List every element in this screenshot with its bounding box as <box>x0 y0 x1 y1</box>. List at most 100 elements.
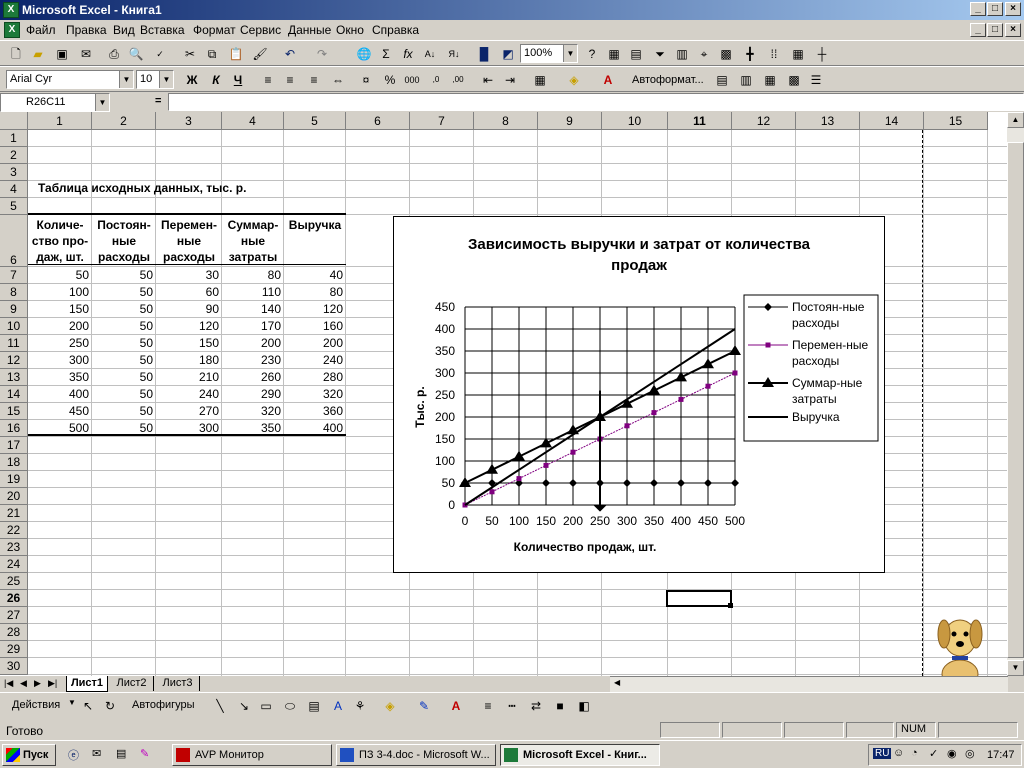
save-icon[interactable]: ▣ <box>52 44 72 64</box>
menu-edit[interactable]: Правка <box>66 23 107 37</box>
function-icon[interactable]: fx <box>398 44 418 64</box>
align-center-icon[interactable]: ≡ <box>280 70 300 90</box>
row-header[interactable]: 11 <box>0 335 28 352</box>
row-header[interactable]: 12 <box>0 352 28 369</box>
last-sheet-icon[interactable]: ▶| <box>48 678 57 689</box>
row-header[interactable]: 25 <box>0 573 28 590</box>
column-header[interactable]: 11 <box>668 112 732 130</box>
doc-restore-button[interactable]: □ <box>987 23 1003 37</box>
redo-icon[interactable]: ↷ <box>312 44 332 64</box>
email-icon[interactable]: ✉ <box>76 44 96 64</box>
arrow-icon[interactable]: ↘ <box>234 696 254 716</box>
font-color-icon[interactable]: A <box>598 70 618 90</box>
table-cell[interactable]: 300 <box>156 421 222 435</box>
row-header[interactable]: 26 <box>0 590 28 607</box>
row-header[interactable]: 1 <box>0 130 28 147</box>
drawing-icon[interactable]: ◩ <box>498 44 518 64</box>
new-icon[interactable]: 🗋 <box>6 44 26 64</box>
table-cell[interactable]: 200 <box>222 336 284 350</box>
table-cell[interactable]: 50 <box>92 268 156 282</box>
borders-icon[interactable]: ▦ <box>530 70 550 90</box>
formula-equals[interactable]: = <box>155 95 161 107</box>
task-avp[interactable]: AVP Монитор <box>172 744 332 766</box>
tab-sheet2[interactable]: Лист2 <box>110 676 154 691</box>
free-rotate-icon[interactable]: ↻ <box>100 696 120 716</box>
column-header[interactable]: 10 <box>602 112 668 130</box>
language-indicator[interactable]: RU <box>873 748 892 759</box>
table-cell[interactable]: 350 <box>28 370 92 384</box>
quick-launch-icon[interactable]: ✎ <box>140 747 149 760</box>
table-cell[interactable]: 300 <box>28 353 92 367</box>
report-format-icon[interactable]: ▩ <box>784 70 804 90</box>
align-left-icon[interactable]: ≡ <box>258 70 278 90</box>
grid-icon[interactable]: ▩ <box>716 44 736 64</box>
filter-icon[interactable]: ⏷ <box>650 44 670 64</box>
row-header[interactable]: 18 <box>0 454 28 471</box>
table-cell[interactable]: 210 <box>156 370 222 384</box>
row-header[interactable]: 24 <box>0 556 28 573</box>
zoom-select[interactable]: 100% ▼ <box>520 44 578 63</box>
table-cell[interactable]: 500 <box>28 421 92 435</box>
table-cell[interactable]: 50 <box>92 353 156 367</box>
outlook-icon[interactable]: ✉ <box>92 747 101 760</box>
3d-icon[interactable]: ◧ <box>574 696 594 716</box>
table-cell[interactable]: 60 <box>156 285 222 299</box>
menu-tools[interactable]: Сервис <box>240 23 281 37</box>
tab-sheet1[interactable]: Лист1 <box>66 676 108 692</box>
table-header-cell[interactable]: Суммар- <box>222 217 284 233</box>
row-header[interactable]: 30 <box>0 658 28 675</box>
minimize-button[interactable]: _ <box>970 2 986 16</box>
list-format-icon[interactable]: ▥ <box>736 70 756 90</box>
table-cell[interactable]: 80 <box>284 285 346 299</box>
column-header[interactable]: 4 <box>222 112 284 130</box>
merge-cells-icon[interactable]: ⇔ <box>328 70 348 90</box>
font-size-select[interactable]: 10 ▼ <box>136 70 174 89</box>
outdent-icon[interactable]: ⇤ <box>478 70 498 90</box>
column-header[interactable]: 15 <box>924 112 988 130</box>
table-cell[interactable]: 450 <box>28 404 92 418</box>
table-header-cell[interactable]: Перемен- <box>156 217 222 233</box>
table-header-cell[interactable]: ные <box>156 233 222 249</box>
tray-icon[interactable]: ☺ <box>893 747 904 759</box>
chart-area[interactable]: Зависимость выручки и затрат от количест… <box>393 216 885 573</box>
preview-icon[interactable]: 🔍 <box>126 44 146 64</box>
table-cell[interactable]: 40 <box>284 268 346 282</box>
table-cell[interactable]: 250 <box>28 336 92 350</box>
rectangle-icon[interactable]: ▭ <box>256 696 276 716</box>
table-cell[interactable]: 120 <box>284 302 346 316</box>
table-cell[interactable]: 150 <box>28 302 92 316</box>
underline-button[interactable]: Ч <box>228 70 248 90</box>
task-excel[interactable]: Microsoft Excel - Книг... <box>500 744 660 766</box>
row-header[interactable]: 15 <box>0 403 28 420</box>
italic-button[interactable]: К <box>206 70 226 90</box>
table-cell[interactable]: 320 <box>284 387 346 401</box>
table-cell[interactable]: 360 <box>284 404 346 418</box>
row-header[interactable]: 16 <box>0 420 28 437</box>
format-painter-icon[interactable]: 🖌 <box>250 44 270 64</box>
table-cell[interactable]: 110 <box>222 285 284 299</box>
menu-format[interactable]: Формат <box>193 23 236 37</box>
scroll-thumb[interactable] <box>1007 142 1024 658</box>
menu-help[interactable]: Справка <box>372 23 419 37</box>
form-icon[interactable]: ▥ <box>672 44 692 64</box>
cross-icon[interactable]: ┼ <box>812 44 832 64</box>
column-header[interactable]: 3 <box>156 112 222 130</box>
menu-view[interactable]: Вид <box>113 23 135 37</box>
scroll-down-icon[interactable]: ▼ <box>1007 660 1024 676</box>
actions-menu[interactable]: Действия <box>12 699 60 711</box>
fill-color-draw-icon[interactable]: ◈ <box>380 696 400 716</box>
fill-color-icon[interactable]: ◈ <box>564 70 584 90</box>
table-cell[interactable]: 140 <box>222 302 284 316</box>
ie-icon[interactable]: ⓔ <box>68 747 79 763</box>
row-header[interactable]: 21 <box>0 505 28 522</box>
paste-icon[interactable]: 📋 <box>226 44 246 64</box>
table-cell[interactable]: 150 <box>156 336 222 350</box>
help-icon[interactable]: ? <box>582 44 602 64</box>
cell-properties-icon[interactable]: ▦ <box>604 44 624 64</box>
row-header[interactable]: 6 <box>0 215 28 267</box>
grid-format-icon[interactable]: ▦ <box>760 70 780 90</box>
indent-icon[interactable]: ⇥ <box>500 70 520 90</box>
font-name-select[interactable]: Arial Cyr ▼ <box>6 70 134 89</box>
open-icon[interactable]: ▰ <box>28 44 48 64</box>
fill-handle[interactable] <box>728 603 733 608</box>
